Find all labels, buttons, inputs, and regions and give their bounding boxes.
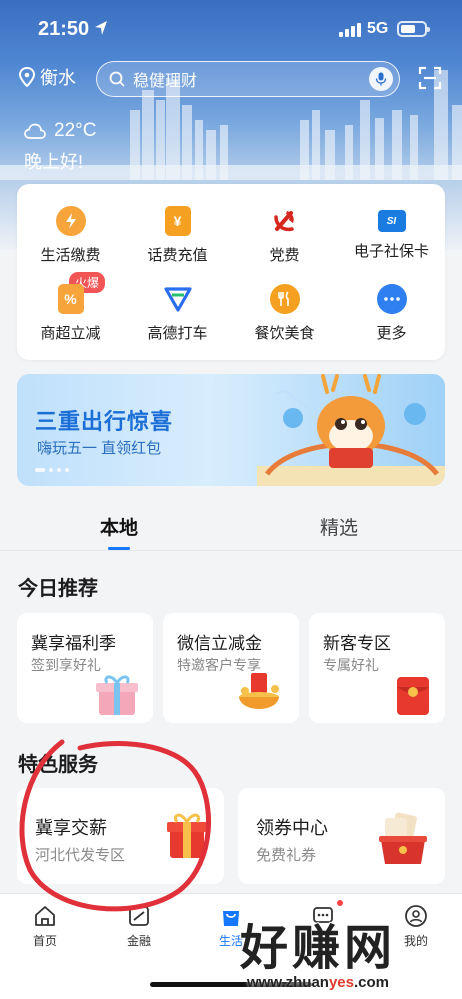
cellular-signal-icon — [339, 23, 361, 37]
amap-taxi-icon — [163, 284, 193, 314]
voice-search-button[interactable] — [369, 67, 393, 91]
quick-services-panel: 生活缴费 ¥ 话费充值 党费 SI 电子社保卡 火爆 % 商超立减 高德打车 餐… — [17, 184, 445, 360]
service-more[interactable]: 更多 — [338, 284, 445, 343]
nav-label: 我的 — [403, 934, 428, 948]
card-title: 冀享交薪 — [35, 818, 107, 838]
red-packet-icon — [397, 677, 429, 715]
service-supermarket-discount[interactable]: 火爆 % 商超立减 — [17, 272, 124, 343]
service-dining[interactable]: 餐饮美食 — [231, 284, 338, 343]
pagination-dot — [57, 468, 61, 472]
party-emblem-icon — [270, 206, 300, 236]
greeting-text: 晚上好! — [24, 152, 84, 172]
card-subtitle: 签到享好礼 — [31, 657, 101, 673]
nav-label: 金融 — [126, 934, 151, 948]
notification-dot — [337, 900, 343, 906]
weather-widget: 22°C 晚上好! — [24, 120, 96, 174]
service-label: 高德打车 — [147, 325, 208, 342]
pagination-dot — [35, 468, 45, 472]
card-title: 领券中心 — [256, 818, 328, 838]
nav-home[interactable]: 首页 — [21, 904, 69, 949]
pagination-dot — [65, 468, 69, 472]
yen-phone-icon: ¥ — [164, 206, 191, 236]
service-label: 生活缴费 — [40, 247, 101, 264]
coupon-bag-icon — [379, 812, 427, 864]
service-party-dues[interactable]: 党费 — [231, 206, 338, 265]
status-time: 21:50 — [38, 18, 90, 40]
site-watermark: 好赚网 www.zhuanyes.com — [239, 908, 397, 991]
location-selector[interactable]: 衡水 — [18, 64, 76, 90]
gift-box-icon — [96, 675, 138, 715]
card-title: 冀享福利季 — [31, 634, 116, 653]
location-label: 衡水 — [40, 68, 76, 88]
pagination-dot — [49, 468, 53, 472]
microphone-icon — [375, 72, 387, 86]
location-pin-icon — [18, 67, 36, 87]
search-input[interactable]: 稳健理财 — [96, 61, 400, 97]
tab-featured[interactable]: 精选 — [320, 513, 358, 540]
location-arrow-icon — [95, 21, 107, 35]
card-subtitle: 河北代发专区 — [35, 847, 126, 864]
nav-finance[interactable]: 金融 — [115, 904, 163, 949]
social-security-card-icon: SI — [377, 210, 406, 232]
feature-card-salary[interactable]: 冀享交薪 河北代发专区 — [17, 788, 224, 884]
service-phone-recharge[interactable]: ¥ 话费充值 — [124, 206, 231, 265]
feature-section-title: 特色服务 — [18, 754, 98, 776]
red-envelope-pot-icon — [239, 673, 279, 709]
today-section-title: 今日推荐 — [18, 578, 98, 600]
card-title: 新客专区 — [323, 634, 391, 653]
rec-card-welfare-season[interactable]: 冀享福利季 签到享好礼 — [17, 613, 153, 723]
tab-local[interactable]: 本地 — [100, 513, 138, 550]
more-icon — [376, 284, 407, 314]
search-icon — [109, 71, 125, 87]
card-subtitle: 专属好礼 — [323, 657, 379, 673]
scan-icon[interactable] — [418, 66, 442, 90]
service-label: 党费 — [269, 247, 300, 264]
gift-box-icon — [167, 813, 207, 858]
promo-banner[interactable]: 三重出行惊喜 嗨玩五一 直领红包 — [17, 374, 445, 486]
finance-icon — [129, 906, 149, 926]
banner-pagination — [35, 468, 69, 472]
card-subtitle: 免费礼券 — [256, 847, 317, 864]
service-utility-payment[interactable]: 生活缴费 — [17, 206, 124, 265]
status-bar: 21:50 5G — [0, 0, 462, 56]
content-tabs: 本地 精选 — [0, 505, 462, 550]
network-type: 5G — [367, 20, 389, 37]
rec-card-new-customer[interactable]: 新客专区 专属好礼 — [309, 613, 445, 723]
percent-coupon-icon: % — [57, 284, 84, 314]
temperature-value: 22°C — [54, 120, 97, 141]
service-label: 餐饮美食 — [254, 325, 315, 342]
home-icon — [35, 906, 55, 926]
service-label: 电子社保卡 — [353, 243, 429, 260]
nav-label: 首页 — [32, 934, 57, 948]
card-title: 微信立减金 — [177, 634, 262, 653]
dragon-mascot-image — [257, 374, 445, 486]
service-label: 商超立减 — [40, 325, 101, 342]
cutlery-icon — [269, 284, 300, 314]
nav-profile[interactable]: 我的 — [392, 904, 440, 949]
battery-icon — [397, 21, 430, 37]
cloud-icon — [24, 123, 46, 139]
user-icon — [405, 905, 427, 927]
service-amap-taxi[interactable]: 高德打车 — [124, 284, 231, 343]
tabs-divider — [0, 550, 462, 551]
watermark-text: 好赚网 — [239, 921, 397, 976]
rec-card-wechat-discount[interactable]: 微信立减金 特邀客户专享 — [163, 613, 299, 723]
banner-subtitle: 嗨玩五一 直领红包 — [37, 440, 162, 457]
service-label: 更多 — [376, 325, 407, 342]
service-social-security-card[interactable]: SI 电子社保卡 — [338, 206, 445, 261]
service-label: 话费充值 — [147, 247, 208, 264]
search-placeholder: 稳健理财 — [133, 73, 198, 90]
watermark-url: www.zhuanyes.com — [247, 974, 389, 991]
banner-title: 三重出行惊喜 — [35, 409, 174, 434]
feature-card-coupon-center[interactable]: 领券中心 免费礼券 — [238, 788, 445, 884]
bolt-icon — [55, 206, 86, 236]
